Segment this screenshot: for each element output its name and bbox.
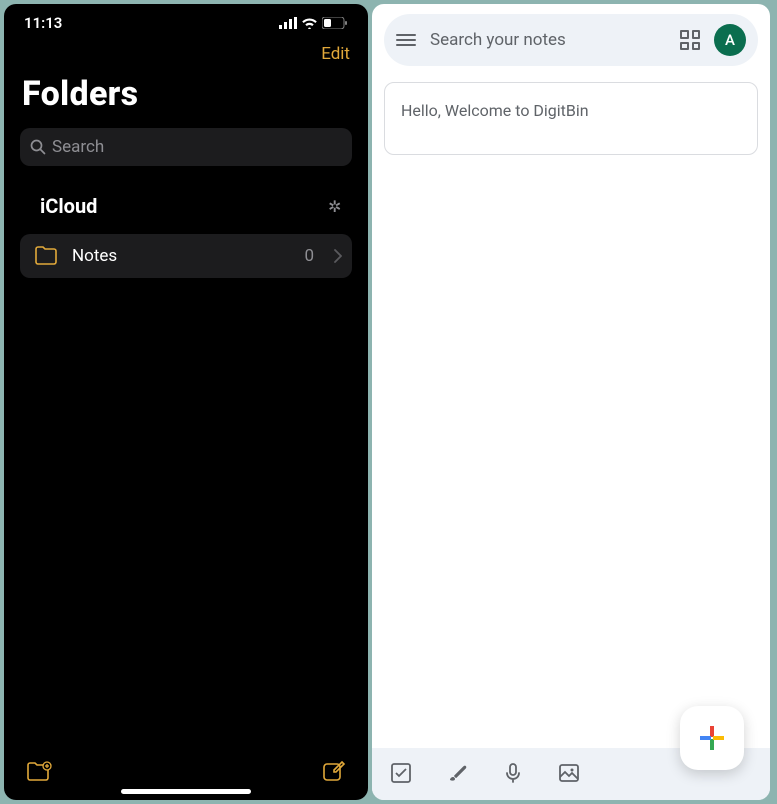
- grid-view-button[interactable]: [680, 30, 700, 50]
- status-bar: 11:13: [4, 4, 368, 36]
- cellular-icon: [279, 17, 297, 29]
- home-indicator[interactable]: [121, 789, 251, 794]
- search-placeholder: Search your notes: [430, 30, 666, 50]
- search-input[interactable]: Search: [20, 128, 352, 166]
- folder-row-notes[interactable]: Notes 0: [20, 234, 352, 278]
- image-button[interactable]: [558, 762, 580, 784]
- search-bar[interactable]: Search your notes A: [384, 14, 758, 66]
- plus-icon: [697, 723, 727, 753]
- account-avatar[interactable]: A: [714, 24, 746, 56]
- folder-name: Notes: [72, 246, 290, 266]
- section-name: iCloud: [40, 194, 97, 218]
- loading-spinner-icon: [328, 197, 346, 215]
- search-icon: [30, 139, 46, 155]
- google-keep-app: Search your notes A Hello, Welcome to Di…: [372, 4, 770, 800]
- note-card[interactable]: Hello, Welcome to DigitBin: [384, 82, 758, 155]
- status-icons: [279, 17, 348, 29]
- nav-bar: Edit: [4, 36, 368, 70]
- checkbox-button[interactable]: [390, 762, 412, 784]
- new-folder-button[interactable]: [26, 761, 52, 783]
- status-time: 11:13: [24, 14, 62, 32]
- avatar-initial: A: [725, 31, 735, 49]
- note-text: Hello, Welcome to DigitBin: [401, 101, 589, 120]
- microphone-button[interactable]: [502, 762, 524, 784]
- folder-count: 0: [304, 246, 314, 266]
- page-title: Folders: [4, 70, 368, 122]
- ios-notes-app: 11:13 Edit Folders Search iCloud Notes 0: [4, 4, 368, 800]
- icloud-section-header[interactable]: iCloud: [4, 172, 368, 228]
- chevron-right-icon: [334, 249, 342, 263]
- folder-icon: [34, 246, 58, 266]
- brush-button[interactable]: [446, 762, 468, 784]
- menu-button[interactable]: [396, 34, 416, 46]
- compose-button[interactable]: [322, 760, 346, 784]
- battery-icon: [322, 17, 348, 29]
- edit-button[interactable]: Edit: [321, 44, 350, 64]
- wifi-icon: [301, 17, 318, 29]
- search-placeholder: Search: [52, 137, 104, 157]
- new-note-fab[interactable]: [680, 706, 744, 770]
